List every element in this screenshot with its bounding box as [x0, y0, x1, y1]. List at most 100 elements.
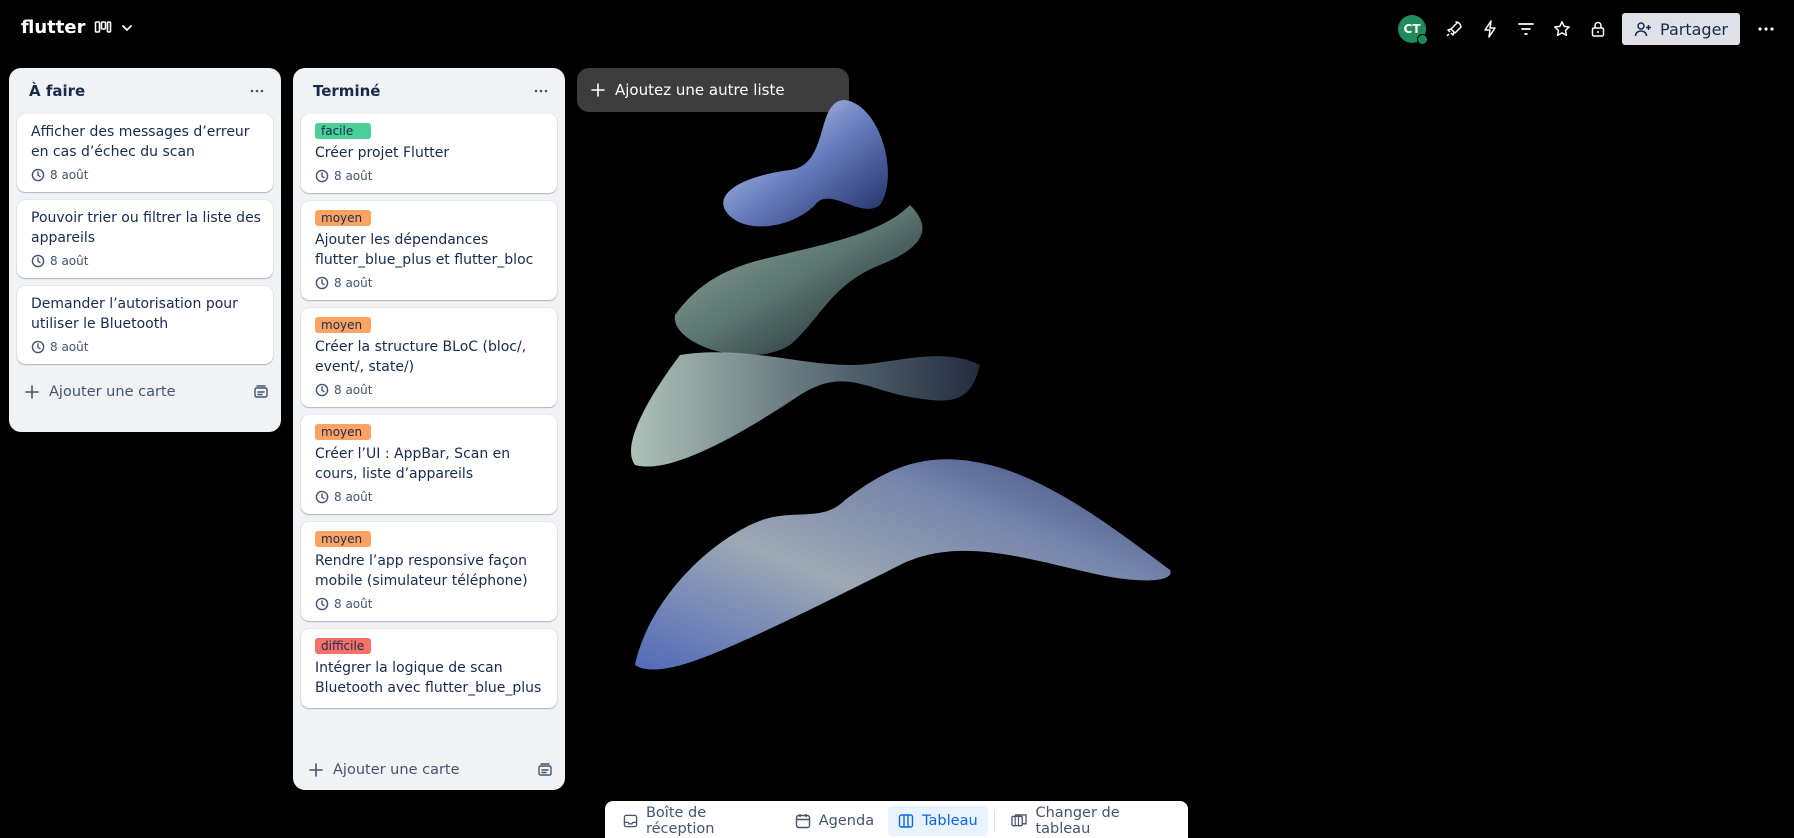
visibility-button[interactable]: [1580, 13, 1616, 45]
calendar-icon: [795, 814, 810, 829]
add-card-row: Ajouter une carte: [293, 750, 565, 790]
nav-board[interactable]: Tableau: [888, 806, 988, 836]
card-title: Afficher des messages d’erreur en cas d’…: [31, 124, 250, 160]
card-title: Demander l’autorisation pour utiliser le…: [31, 296, 238, 332]
card[interactable]: Demander l’autorisation pour utiliser le…: [17, 286, 273, 364]
plus-icon: [25, 385, 39, 399]
due-date-badge: 8 août: [315, 597, 545, 611]
list-title[interactable]: À faire: [29, 82, 85, 100]
switch-board-icon: [1010, 814, 1027, 827]
due-date-badge: 8 août: [315, 490, 545, 504]
due-date: 8 août: [334, 597, 373, 611]
clock-icon: [31, 168, 45, 182]
card[interactable]: difficile Intégrer la logique de scan Bl…: [301, 629, 557, 708]
card[interactable]: Afficher des messages d’erreur en cas d’…: [17, 114, 273, 192]
card[interactable]: moyen Créer l’UI : AppBar, Scan en cours…: [301, 415, 557, 514]
header-actions: CT Partager: [1398, 13, 1784, 45]
add-card-label: Ajouter une carte: [49, 384, 176, 400]
star-icon: [1554, 21, 1570, 37]
clock-icon: [315, 276, 329, 290]
add-card-button[interactable]: Ajouter une carte: [309, 762, 460, 778]
card[interactable]: moyen Ajouter les dépendances flutter_bl…: [301, 201, 557, 300]
template-icon: [254, 385, 268, 398]
due-date: 8 août: [334, 276, 373, 290]
due-date-badge: 8 août: [31, 168, 261, 182]
more-icon: [250, 89, 264, 93]
card-label: facile: [315, 123, 371, 139]
nav-inbox[interactable]: Boîte de réception: [613, 805, 781, 837]
card-title: Créer la structure BLoC (bloc/, event/, …: [315, 339, 527, 375]
star-button[interactable]: [1544, 13, 1580, 45]
add-member-icon: [1634, 22, 1652, 37]
card-title: Créer projet Flutter: [315, 145, 450, 161]
board-view-icon: [94, 20, 112, 36]
card[interactable]: Pouvoir trier ou filtrer la liste des ap…: [17, 200, 273, 278]
art-shape: [674, 205, 923, 356]
card[interactable]: facile Créer projet Flutter 8 août: [301, 114, 557, 193]
card-title: Rendre l’app responsive façon mobile (si…: [315, 553, 528, 589]
visibility-lock-icon: [1591, 21, 1605, 37]
filter-button[interactable]: [1508, 13, 1544, 45]
board-menu-button[interactable]: [1748, 13, 1784, 45]
list-actions-button[interactable]: [245, 79, 269, 103]
board-header: flutter CT Partager: [0, 0, 1794, 56]
create-from-template-button[interactable]: [253, 384, 269, 400]
due-date: 8 août: [50, 340, 89, 354]
member-avatar[interactable]: CT: [1398, 15, 1429, 45]
avatar-initials: CT: [1403, 22, 1421, 36]
share-label: Partager: [1660, 19, 1728, 39]
more-icon: [534, 89, 548, 93]
plus-icon: [309, 763, 323, 777]
clock-icon: [315, 597, 329, 611]
card-label: moyen: [315, 317, 371, 333]
card-label: moyen: [315, 424, 371, 440]
due-date-badge: 8 août: [31, 340, 261, 354]
add-card-row: Ajouter une carte: [9, 372, 281, 412]
nav-planner-label: Agenda: [818, 813, 875, 829]
clock-icon: [31, 254, 45, 268]
clock-icon: [315, 490, 329, 504]
card-list: Afficher des messages d’erreur en cas d’…: [9, 114, 281, 372]
due-date: 8 août: [334, 169, 373, 183]
power-ups-button[interactable]: [1436, 13, 1472, 45]
background-artwork: [631, 100, 1171, 670]
list-header: Terminé: [293, 68, 565, 114]
card-title: Intégrer la logique de scan Bluetooth av…: [315, 660, 542, 696]
plus-icon: [591, 83, 605, 97]
nav-switch-board-label: Changer de tableau: [1035, 805, 1120, 837]
card-list: facile Créer projet Flutter 8 août moyen…: [293, 114, 565, 750]
card-label: difficile: [315, 638, 371, 654]
due-date: 8 août: [50, 254, 89, 268]
due-date: 8 août: [50, 168, 89, 182]
add-card-label: Ajouter une carte: [333, 762, 460, 778]
list-todo: À faire Afficher des messages d’erreur e…: [9, 68, 281, 432]
create-from-template-button[interactable]: [537, 762, 553, 778]
template-icon: [538, 763, 552, 776]
clock-icon: [31, 340, 45, 354]
due-date-badge: 8 août: [31, 254, 261, 268]
board-view-switcher[interactable]: [94, 14, 134, 42]
filter-icon: [1518, 23, 1534, 35]
list-actions-button[interactable]: [529, 79, 553, 103]
due-date: 8 août: [334, 383, 373, 397]
power-ups-icon: [1446, 21, 1462, 37]
admin-badge-icon: [1417, 34, 1429, 45]
card-title: Ajouter les dépendances flutter_blue_plu…: [315, 232, 534, 268]
share-button[interactable]: Partager: [1622, 13, 1740, 45]
nav-inbox-label: Boîte de réception: [645, 805, 715, 837]
card[interactable]: moyen Créer la structure BLoC (bloc/, ev…: [301, 308, 557, 407]
nav-divider: [993, 810, 995, 832]
nav-planner[interactable]: Agenda: [785, 806, 884, 836]
add-card-button[interactable]: Ajouter une carte: [25, 384, 176, 400]
automation-button[interactable]: [1472, 13, 1508, 45]
nav-switch-board[interactable]: Changer de tableau: [1001, 805, 1180, 837]
due-date: 8 août: [334, 490, 373, 504]
card[interactable]: moyen Rendre l’app responsive façon mobi…: [301, 522, 557, 621]
due-date-badge: 8 août: [315, 383, 545, 397]
list-title[interactable]: Terminé: [313, 82, 380, 100]
board-title[interactable]: flutter: [21, 17, 85, 38]
due-date-badge: 8 août: [315, 276, 545, 290]
due-date-badge: 8 août: [315, 169, 545, 183]
list-done: Terminé facile Créer projet Flutter 8 ao…: [293, 68, 565, 790]
nav-board-label: Tableau: [922, 813, 978, 829]
